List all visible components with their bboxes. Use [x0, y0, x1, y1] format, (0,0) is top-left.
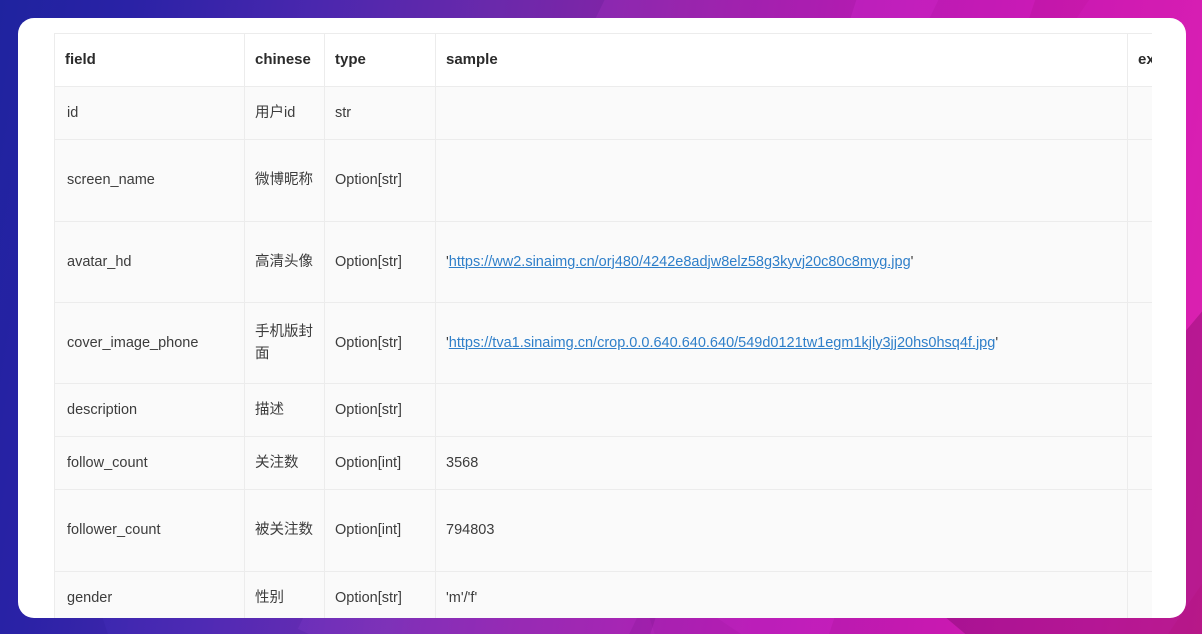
quote-close: ': [995, 334, 999, 351]
column-header-type[interactable]: type: [324, 33, 436, 87]
cell-ext: [1127, 139, 1152, 222]
table-row: avatar_hd 高清头像 Option[str] 'https://ww2.…: [54, 221, 1152, 303]
table-header-row: field chinese type sample ext: [54, 33, 1152, 87]
table-row: gender 性别 Option[str] 'm'/'f': [54, 571, 1152, 618]
schema-table: field chinese type sample ext id 用户id st…: [54, 33, 1152, 618]
cell-field: avatar_hd: [54, 221, 245, 303]
cell-chinese: 用户id: [244, 86, 325, 140]
cell-ext: [1127, 86, 1152, 140]
cell-chinese: 关注数: [244, 436, 325, 490]
cell-type: Option[str]: [324, 139, 436, 222]
cell-chinese: 性别: [244, 571, 325, 618]
table-row: cover_image_phone 手机版封面 Option[str] 'htt…: [54, 302, 1152, 384]
cell-ext: [1127, 302, 1152, 384]
table-row: follow_count 关注数 Option[int] 3568: [54, 436, 1152, 490]
sample-value: 794803: [446, 522, 495, 539]
cell-field: gender: [54, 571, 245, 618]
cell-field: description: [54, 383, 245, 437]
cell-ext: [1127, 383, 1152, 437]
cell-chinese: 描述: [244, 383, 325, 437]
cell-sample: [435, 86, 1128, 140]
column-header-sample[interactable]: sample: [435, 33, 1128, 87]
table-row: follower_count 被关注数 Option[int] 794803: [54, 489, 1152, 572]
cell-type: Option[str]: [324, 221, 436, 303]
sample-value: 'm'/'f': [446, 589, 478, 606]
cell-type: Option[int]: [324, 489, 436, 572]
column-header-chinese[interactable]: chinese: [244, 33, 325, 87]
cell-field: cover_image_phone: [54, 302, 245, 384]
cell-type: Option[str]: [324, 383, 436, 437]
cell-type: Option[int]: [324, 436, 436, 490]
cell-sample: 3568: [435, 436, 1128, 490]
sample-link[interactable]: https://tva1.sinaimg.cn/crop.0.0.640.640…: [449, 335, 996, 351]
cell-ext: [1127, 221, 1152, 303]
sample-link[interactable]: https://ww2.sinaimg.cn/orj480/4242e8adjw…: [449, 254, 911, 270]
cell-chinese: 手机版封面: [244, 302, 325, 384]
cell-sample: 'm'/'f': [435, 571, 1128, 618]
table-row: id 用户id str: [54, 86, 1152, 140]
column-header-ext[interactable]: ext: [1127, 33, 1152, 87]
content-card: field chinese type sample ext id 用户id st…: [18, 18, 1186, 618]
cell-field: follow_count: [54, 436, 245, 490]
cell-field: id: [54, 86, 245, 140]
cell-chinese: 被关注数: [244, 489, 325, 572]
cell-ext: [1127, 489, 1152, 572]
cell-sample: 'https://tva1.sinaimg.cn/crop.0.0.640.64…: [435, 302, 1128, 384]
table-row: screen_name 微博昵称 Option[str]: [54, 139, 1152, 222]
cell-chinese: 微博昵称: [244, 139, 325, 222]
table-row: description 描述 Option[str]: [54, 383, 1152, 437]
cell-ext: [1127, 436, 1152, 490]
cell-sample: 'https://ww2.sinaimg.cn/orj480/4242e8adj…: [435, 221, 1128, 303]
cell-sample: 794803: [435, 489, 1128, 572]
table-scroll-region[interactable]: field chinese type sample ext id 用户id st…: [18, 18, 1152, 618]
cell-ext: [1127, 571, 1152, 618]
cell-sample: [435, 383, 1128, 437]
sample-value: 3568: [446, 454, 479, 471]
cell-type: str: [324, 86, 436, 140]
cell-field: screen_name: [54, 139, 245, 222]
quote-close: ': [910, 253, 914, 270]
cell-type: Option[str]: [324, 571, 436, 618]
cell-field: follower_count: [54, 489, 245, 572]
column-header-field[interactable]: field: [54, 33, 245, 87]
cell-chinese: 高清头像: [244, 221, 325, 303]
table-body: id 用户id str screen_name 微博昵称 Option[str]: [54, 86, 1152, 618]
cell-sample: [435, 139, 1128, 222]
cell-type: Option[str]: [324, 302, 436, 384]
